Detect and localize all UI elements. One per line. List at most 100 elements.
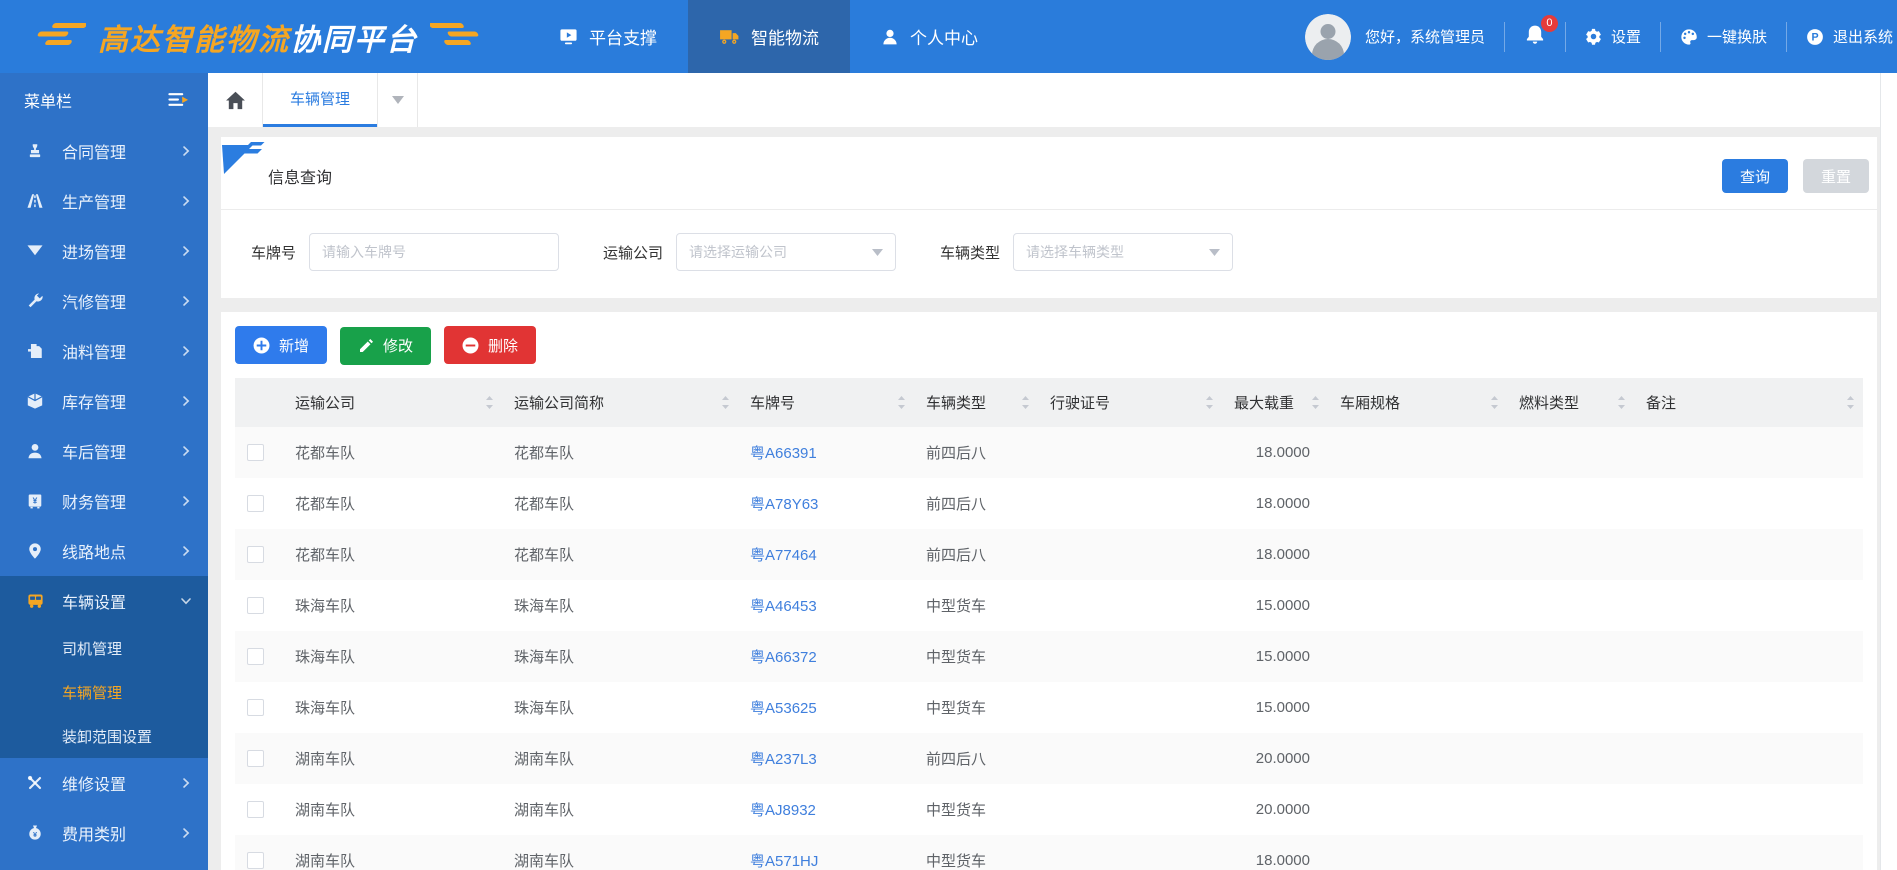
checkbox-cell xyxy=(235,733,283,784)
chevron-right-icon xyxy=(180,827,192,839)
cell-company: 湖南车队 xyxy=(295,750,356,768)
home-tab[interactable] xyxy=(208,73,263,127)
table-row: 花都车队 花都车队 粤A66391 前四后八 18.0000 xyxy=(235,426,1863,478)
plate-link[interactable]: 粤A77464 xyxy=(750,547,817,564)
plate-link[interactable]: 粤A46453 xyxy=(750,598,817,615)
checkbox-cell xyxy=(235,835,283,870)
cell-license_no xyxy=(1038,631,1222,682)
wrench-icon xyxy=(24,292,46,310)
row-checkbox[interactable] xyxy=(247,545,264,563)
cell-max_load: 15.0000 xyxy=(1255,647,1310,665)
row-checkbox[interactable] xyxy=(247,647,264,665)
sidebar-item-entry-management[interactable]: 进场管理 xyxy=(0,226,208,276)
plate-link[interactable]: 粤A66372 xyxy=(750,649,817,666)
nav-item-smart-logistics[interactable]: 智能物流 xyxy=(688,0,850,73)
plate-link[interactable]: 粤A78Y63 xyxy=(750,496,818,513)
scrollbar-track[interactable] xyxy=(1880,73,1897,870)
sidebar-item-inventory-management[interactable]: 库存管理 xyxy=(0,376,208,426)
column-header-max-load[interactable]: 最大载重 xyxy=(1222,377,1328,427)
sidebar-item-fuel-management[interactable]: 油料管理 xyxy=(0,326,208,376)
sidebar-item-loading-range-settings[interactable]: 装卸范围设置 xyxy=(0,714,208,758)
sidebar: 菜单栏 合同管理 生产管理 进场管理 汽修管理 油料管理 库存管理车后管理 ¥ 财务管理 线路地… xyxy=(0,73,208,870)
sidebar-item-after-vehicle-management[interactable]: 车后管理 xyxy=(0,426,208,476)
sidebar-item-expense-category[interactable]: ¥ 费用类别 xyxy=(0,808,208,858)
sidebar-item-route-location[interactable]: 线路地点 xyxy=(0,526,208,576)
cell-license_no xyxy=(1038,682,1222,733)
cell-license_no xyxy=(1038,478,1222,529)
sidebar-item-maintenance-settings[interactable]: 维修设置 xyxy=(0,758,208,808)
h-action-label: 退出系统 xyxy=(1832,29,1893,46)
column-header-company-short-name[interactable]: 运输公司简称 xyxy=(502,377,738,427)
cell-license_no xyxy=(1038,529,1222,580)
reset-button[interactable]: 重置 xyxy=(1802,159,1869,193)
notification-bell[interactable]: 0 xyxy=(1524,14,1558,50)
row-checkbox[interactable] xyxy=(247,443,264,461)
column-header-transport-company[interactable]: 运输公司 xyxy=(283,377,502,427)
sidebar-item-partial-item[interactable] xyxy=(0,858,208,870)
tab-dropdown[interactable] xyxy=(377,73,419,127)
avatar[interactable] xyxy=(1304,13,1351,60)
sidebar-item-label: 费用类别 xyxy=(62,827,127,844)
add-button[interactable]: 新增 xyxy=(235,326,328,364)
plate-link[interactable]: 粤A53625 xyxy=(750,700,817,717)
logo-text: 高达智能物流协同平台 xyxy=(98,15,418,59)
chevron-right-icon xyxy=(180,145,192,157)
cell-fuel_type xyxy=(1507,427,1634,478)
sidebar-item-auto-repair-management[interactable]: 汽修管理 xyxy=(0,276,208,326)
row-checkbox[interactable] xyxy=(247,494,264,512)
row-checkbox[interactable] xyxy=(247,698,264,716)
row-checkbox[interactable] xyxy=(247,800,264,818)
change-skin-action[interactable]: 一键换肤 xyxy=(1680,26,1767,47)
column-header-driving-license-no[interactable]: 行驶证号 xyxy=(1038,377,1222,427)
palette-icon xyxy=(1680,28,1698,46)
app-screen: 高达智能物流协同平台 平台支撑 智能物流 个人中心 您好，系统管理员 0 设置 一键换… xyxy=(0,0,1897,870)
plate-number-input[interactable] xyxy=(309,233,560,271)
h-action-label: 一键换肤 xyxy=(1706,29,1767,46)
column-header-box-spec[interactable]: 车厢规格 xyxy=(1328,377,1507,427)
caret-down-icon xyxy=(1209,248,1221,256)
sidebar-item-vehicle-management[interactable]: 车辆管理 xyxy=(0,670,208,714)
edit-button[interactable]: 修改 xyxy=(340,326,432,365)
sidebar-item-label: 车后管理 xyxy=(62,445,127,462)
delete-button[interactable]: 删除 xyxy=(444,326,537,364)
action-button-label: 修改 xyxy=(383,338,414,355)
sidebar-item-production-management[interactable]: 生产管理 xyxy=(0,176,208,226)
row-checkbox[interactable] xyxy=(247,596,264,614)
cell-plate: 粤A571HJ xyxy=(738,835,914,870)
plate-link[interactable]: 粤AJ8932 xyxy=(750,802,816,819)
row-checkbox[interactable] xyxy=(247,851,264,869)
menu-collapse-icon[interactable] xyxy=(168,91,190,108)
column-header-fuel-type[interactable]: 燃料类型 xyxy=(1507,377,1634,427)
cell-max_load: 20.0000 xyxy=(1255,749,1310,767)
main-area: 车辆管理 信息查询 查询 重置 车牌号 请输入车牌号 运输公司 请选择运输公司 … xyxy=(208,73,1897,870)
cell-fuel_type xyxy=(1507,580,1634,631)
cell-fuel_type xyxy=(1507,529,1634,580)
cell-license_no xyxy=(1038,733,1222,784)
plus-circle-icon xyxy=(253,337,270,354)
sidebar-item-finance-management[interactable]: ¥ 财务管理 xyxy=(0,476,208,526)
sidebar-item-vehicle-settings[interactable]: 车辆设置 xyxy=(0,576,208,626)
sidebar-item-driver-management[interactable]: 司机管理 xyxy=(0,626,208,670)
plate-link[interactable]: 粤A66391 xyxy=(750,445,817,462)
settings-action[interactable]: 设置 xyxy=(1585,26,1641,47)
logout-action[interactable]: P 退出系统 xyxy=(1806,26,1893,47)
tab-vehicle-management[interactable]: 车辆管理 xyxy=(263,73,378,127)
nav-item-personal-center[interactable]: 个人中心 xyxy=(850,0,1009,73)
nav-item-platform-support[interactable]: 平台支撑 xyxy=(528,0,688,73)
transport-company-select[interactable]: 请选择运输公司 xyxy=(676,233,897,271)
sidebar-title: 菜单栏 xyxy=(24,93,73,111)
row-checkbox[interactable] xyxy=(247,749,264,767)
plate-link[interactable]: 粤A571HJ xyxy=(750,853,818,870)
column-header-note[interactable]: 备注 xyxy=(1634,377,1863,427)
cell-short_name: 珠海车队 xyxy=(514,699,575,717)
cell-short_name: 湖南车队 xyxy=(514,801,575,819)
vehicle-type-select[interactable]: 请选择车辆类型 xyxy=(1013,233,1234,271)
cell-note xyxy=(1634,478,1863,529)
sidebar-item-contract-management[interactable]: 合同管理 xyxy=(0,126,208,176)
search-button[interactable]: 查询 xyxy=(1721,159,1788,193)
column-header-plate-number[interactable]: 车牌号 xyxy=(738,377,914,427)
sort-icon xyxy=(1846,395,1855,410)
plate-link[interactable]: 粤A237L3 xyxy=(750,751,817,768)
cell-note xyxy=(1634,682,1863,733)
column-header-vehicle-type[interactable]: 车辆类型 xyxy=(914,377,1038,427)
